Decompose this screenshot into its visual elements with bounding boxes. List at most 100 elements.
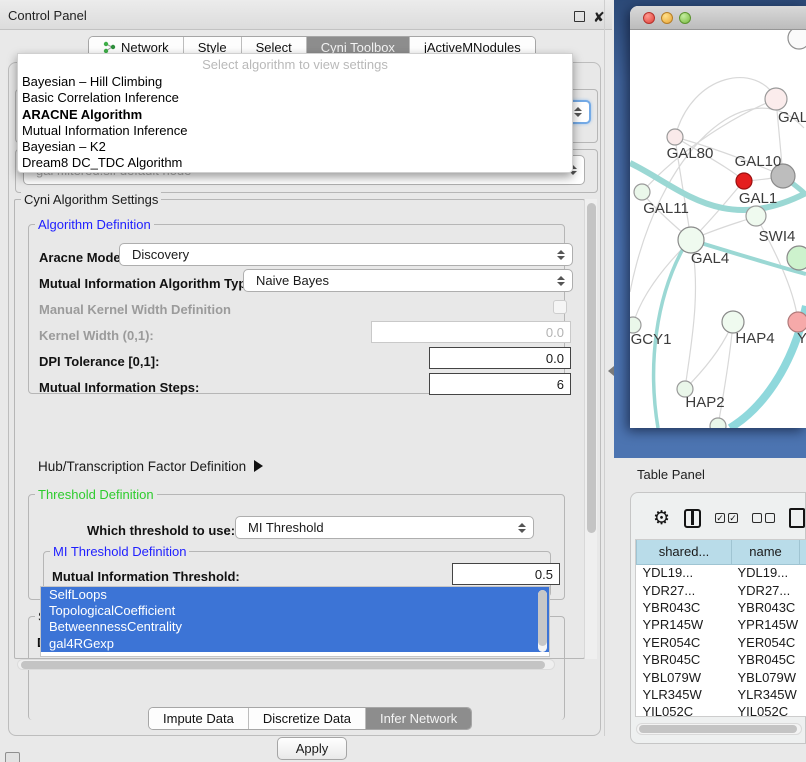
table-column-header[interactable]: shared... (637, 540, 732, 564)
table-row[interactable]: YER054CYER054C8. (637, 634, 806, 651)
mi-threshold-definition-title: MI Threshold Definition (50, 544, 189, 559)
manual-kernel-checkbox[interactable] (553, 300, 567, 314)
node-table[interactable]: shared...nameA YDL19...YDL19...13YDR27..… (635, 539, 806, 717)
network-node-label: HAP2 (685, 394, 724, 411)
table-panel-title: Table Panel (637, 467, 705, 482)
aracne-mode-value: Discovery (120, 247, 556, 262)
network-node-label: GAL1 (739, 190, 777, 207)
network-node[interactable] (765, 88, 787, 110)
network-node[interactable] (710, 418, 726, 428)
zoom-traffic-light-icon[interactable] (679, 12, 691, 24)
mi-type-combobox[interactable]: Naive Bayes (243, 269, 573, 292)
split-columns-icon[interactable] (684, 509, 701, 528)
table-header-row[interactable]: shared...nameA (637, 540, 806, 564)
table-row[interactable]: YBR043CYBR043C (637, 599, 806, 616)
expand-arrow-icon[interactable] (254, 460, 263, 472)
dpi-tolerance-field[interactable]: 0.0 (429, 347, 571, 369)
select-all-columns-icon[interactable]: ✓✓ (715, 513, 738, 523)
algorithm-option[interactable]: Basic Correlation Inference (18, 90, 572, 106)
data-attribute-item[interactable]: SelfLoops (41, 587, 549, 603)
settings-hscrollbar[interactable] (17, 659, 555, 670)
algorithm-dropdown-placeholder: Select algorithm to view settings (18, 54, 572, 74)
algorithm-dropdown-list: Bayesian – Hill ClimbingBasic Correlatio… (18, 74, 572, 172)
table-row[interactable]: YBR045CYBR045C9. (637, 651, 806, 668)
table-cell: YBR045C (637, 651, 732, 668)
deselect-all-columns-icon[interactable] (752, 513, 775, 523)
table-cell: 8. (800, 634, 806, 651)
table-cell: YBR045C (732, 651, 800, 668)
minimize-traffic-light-icon[interactable] (661, 12, 673, 24)
mi-steps-value: 6 (557, 377, 564, 392)
network-node[interactable] (634, 184, 650, 200)
network-node-label: GAL80 (667, 145, 714, 162)
network-node[interactable] (788, 312, 806, 332)
settings-vscrollbar[interactable] (584, 199, 597, 659)
network-node-label: Y (797, 330, 806, 347)
table-column-header[interactable]: A (800, 540, 806, 564)
network-node[interactable] (787, 246, 806, 270)
network-node-label: GAL4 (691, 250, 729, 267)
table-cell: YLR345W (732, 686, 800, 703)
algorithm-option[interactable]: Dream8 DC_TDC Algorithm (18, 155, 572, 171)
network-node-label: GAL10 (735, 153, 782, 170)
table-row[interactable]: YIL052CYIL052C9 (637, 703, 806, 717)
data-attributes-list[interactable]: SelfLoopsTopologicalCoefficientBetweenne… (40, 586, 550, 657)
network-node[interactable] (736, 173, 752, 189)
which-threshold-combobox[interactable]: MI Threshold (235, 516, 534, 539)
mi-threshold-label: Mutual Information Threshold: (52, 569, 240, 584)
network-window-titlebar[interactable] (630, 6, 806, 30)
table-row[interactable]: YBL079WYBL079W (637, 668, 806, 685)
table-cell: YLR345W (637, 686, 732, 703)
table-cell: YDL19... (637, 564, 732, 581)
network-canvas[interactable]: GALGAL80GAL10GAL1GAL11GAL4SWI4GCY1HAP4YH… (630, 30, 806, 428)
network-view-window[interactable]: GALGAL80GAL10GAL1GAL11GAL4SWI4GCY1HAP4YH… (630, 6, 806, 428)
close-icon[interactable]: ✘ (593, 9, 605, 26)
algorithm-option[interactable]: Bayesian – Hill Climbing (18, 74, 572, 90)
tab-infer-network-label: Infer Network (380, 711, 457, 726)
table-row[interactable]: YDL19...YDL19...13 (637, 564, 806, 581)
table-cell: YDR27... (732, 581, 800, 598)
network-node[interactable] (746, 206, 766, 226)
float-window-icon[interactable] (574, 11, 585, 22)
data-attribute-item[interactable]: TopologicalCoefficient (41, 603, 549, 619)
aracne-mode-combobox[interactable]: Discovery (119, 243, 573, 266)
mi-steps-field[interactable]: 6 (429, 373, 571, 395)
algorithm-option[interactable]: Mutual Information Inference (18, 123, 572, 139)
data-attribute-item[interactable]: BetweennessCentrality (41, 619, 549, 635)
table-column-header[interactable]: name (732, 540, 800, 564)
tab-impute-data-label: Impute Data (163, 711, 234, 726)
table-row[interactable]: YLR345WYLR345W9. (637, 686, 806, 703)
hub-definition-section[interactable]: Hub/Transcription Factor Definition (38, 459, 263, 474)
gear-icon[interactable]: ⚙ (653, 509, 670, 528)
close-traffic-light-icon[interactable] (643, 12, 655, 24)
table-body: YDL19...YDL19...13YDR27...YDR27...12YBR0… (637, 564, 806, 717)
kernel-width-value: 0.0 (546, 325, 564, 340)
algorithm-option[interactable]: Bayesian – K2 (18, 139, 572, 155)
table-row[interactable]: YDR27...YDR27...12 (637, 581, 806, 598)
table-row[interactable]: YPR145WYPR145W9. (637, 616, 806, 633)
network-node[interactable] (788, 30, 806, 49)
table-cell: YER054C (637, 634, 732, 651)
kernel-width-field[interactable]: 0.0 (371, 321, 571, 343)
table-cell: YPR145W (732, 616, 800, 633)
algorithm-definition-group: Algorithm Definition Aracne Mode: Discov… (28, 224, 565, 394)
network-node[interactable] (667, 129, 683, 145)
tab-impute-data[interactable]: Impute Data (149, 708, 249, 729)
table-hscrollbar[interactable] (636, 723, 802, 735)
tab-discretize-data[interactable]: Discretize Data (249, 708, 366, 729)
panel-divider (604, 0, 605, 736)
mi-threshold-field[interactable]: 0.5 (452, 563, 560, 585)
tab-infer-network[interactable]: Infer Network (366, 708, 471, 729)
data-attribute-item[interactable]: gal4RGexp (41, 636, 549, 652)
network-node-label: SWI4 (759, 228, 796, 245)
table-cell: 9. (800, 686, 806, 703)
attributes-scrollbar[interactable] (538, 590, 547, 652)
window-corner-icon[interactable] (5, 752, 20, 762)
mi-type-value: Naive Bayes (244, 273, 556, 288)
table-cell: 9. (800, 616, 806, 633)
cyni-bottom-tabs: Impute Data Discretize Data Infer Networ… (148, 707, 472, 730)
apply-button[interactable]: Apply (277, 737, 347, 760)
algorithm-option[interactable]: ARACNE Algorithm (18, 107, 572, 123)
table-cell: YDR27... (637, 581, 732, 598)
new-column-icon[interactable] (789, 508, 805, 528)
